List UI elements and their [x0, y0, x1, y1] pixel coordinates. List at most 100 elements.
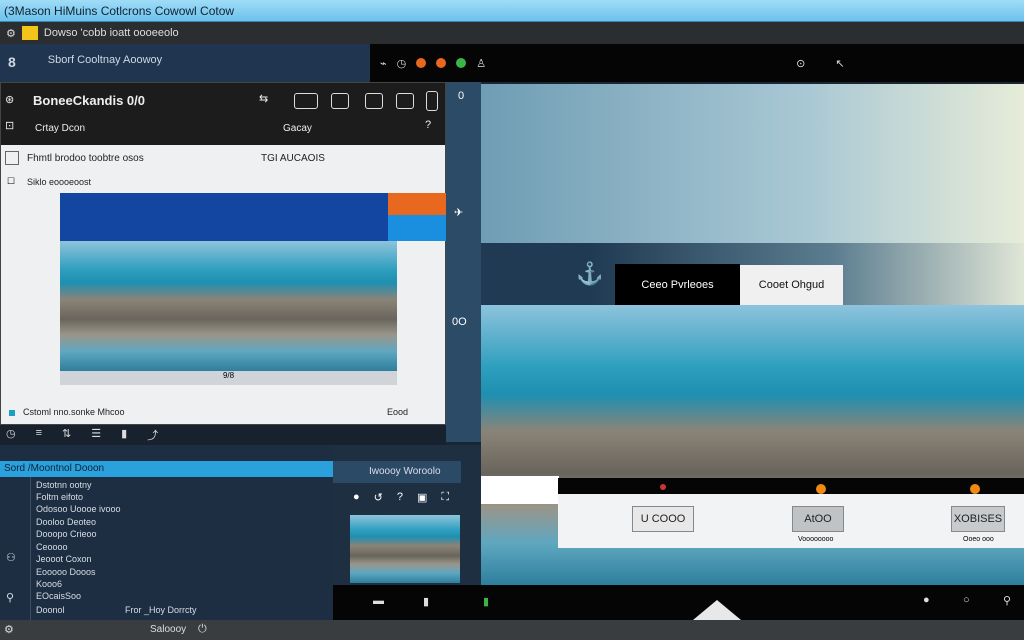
edit-icon[interactable] [331, 93, 349, 109]
dialog: U COOO AtOO Voooooooo XOBISES Ooeo ooo [558, 478, 1024, 548]
record-icon[interactable] [436, 58, 447, 68]
status-icon[interactable] [456, 58, 467, 68]
tool-icon[interactable]: ⌁ [380, 57, 387, 70]
clock-icon[interactable]: ◷ [6, 427, 16, 443]
settings-icon[interactable]: ⚙ [6, 27, 16, 40]
list-footer-right: Fror _Hoy Dorrcty [125, 605, 197, 615]
preview-photo [60, 241, 397, 371]
white-tab [481, 476, 559, 504]
side-strip: 0 ✈ 0O [446, 82, 481, 442]
list-item[interactable]: Ceoooo [36, 542, 68, 552]
list-item[interactable]: Kooo6 [36, 579, 62, 589]
taskbar-app-icon[interactable]: ▬ [373, 595, 384, 607]
list-icon[interactable]: ≡ [36, 427, 42, 443]
crop-icon[interactable]: ⛶ [441, 491, 449, 504]
sort-icon[interactable]: ⇅ [62, 427, 71, 443]
clock-icon[interactable]: ◷ [397, 57, 407, 70]
share-icon[interactable]: ⤴ [147, 427, 158, 443]
row2: Siklo eoooeoost [27, 177, 92, 187]
orange-icon [970, 484, 980, 494]
footer-left: Cstoml nno.sonke Mhcoo [23, 407, 125, 417]
status-dot [9, 410, 15, 416]
list-item[interactable]: Dooopo Crieoo [36, 529, 97, 539]
checkbox[interactable] [5, 151, 19, 165]
user-icon[interactable]: ⚲ [6, 591, 14, 604]
list-item[interactable]: Dooloo Deoteo [36, 517, 96, 527]
chat-icon[interactable]: ● [353, 491, 360, 504]
footer-right[interactable]: Eood [387, 407, 408, 417]
folder-icon[interactable] [365, 93, 383, 109]
list-item[interactable]: EOcaisSoo [36, 591, 81, 601]
trash-icon[interactable]: ▮ [121, 427, 127, 443]
blue-block [388, 215, 446, 241]
dialog-button-1[interactable]: U COOO [632, 506, 694, 532]
pin-icon[interactable]: ⊙ [796, 57, 805, 70]
record-icon[interactable] [416, 58, 427, 68]
light-button[interactable]: Cooet Ohgud [740, 265, 843, 305]
menu-bar: ⚙ Dowso 'cobb ioatt oooeeolo [0, 22, 1024, 44]
anchor-icon[interactable]: ⚓ [576, 261, 603, 287]
viewer-toolbar: ⚓ Ceeo Pvrleoes Cooet Ohgud [481, 243, 1024, 306]
tray-icon[interactable]: ● [923, 594, 930, 606]
undo-icon[interactable]: ↺ [374, 491, 383, 504]
top-toolbar: ⌁ ◷ ♙ ⊙ ↖ [370, 44, 1024, 82]
cursor-icon[interactable]: ↖ [835, 57, 844, 70]
blue-banner [60, 193, 388, 241]
menu-text[interactable]: Dowso 'cobb ioatt oooeeolo [44, 27, 179, 39]
info-icon[interactable]: ? [397, 491, 403, 504]
frame-icon[interactable]: ▣ [417, 491, 427, 504]
bottom-toolbar: ◷ ≡ ⇅ ☰ ▮ ⤴ [0, 425, 446, 445]
tray-icon[interactable]: ○ [963, 594, 970, 606]
nav-title[interactable]: Sborf Cooltnay Aoowoy [48, 54, 162, 72]
power-icon[interactable]: ⏻ [198, 623, 207, 636]
grid-icon[interactable]: ⚙ [4, 623, 14, 636]
link-icon[interactable]: ⇆ [259, 92, 268, 105]
help-icon[interactable]: ? [425, 119, 431, 131]
people-icon[interactable]: ⚇ [6, 551, 16, 564]
image-icon: ⊡ [5, 120, 15, 132]
start-button[interactable] [693, 600, 741, 620]
list-item[interactable]: Dstotnn ootny [36, 480, 92, 490]
phone-icon[interactable] [426, 91, 438, 111]
editor-header: ⊛ BoneeCkandis 0/0 ⇆ ⊡ Crtay Dcon Gacay … [1, 83, 445, 145]
taskbar-app-icon[interactable]: ▮ [423, 595, 429, 608]
tray-icon[interactable]: ⚲ [1003, 594, 1011, 607]
panel-subtitle-right[interactable]: Gacay [283, 123, 312, 134]
lock-icon[interactable]: 0 [458, 90, 464, 102]
list-item[interactable]: Eooooo Dooos [36, 567, 96, 577]
dialog-button-2[interactable]: AtOO [792, 506, 844, 532]
taskbar: ▬ ▮ ▮ ● ○ ⚲ [333, 585, 1024, 620]
orange-block [388, 193, 446, 215]
list-footer-left: Doonol [36, 605, 65, 615]
save-icon[interactable] [396, 93, 414, 109]
user-icon[interactable]: ♙ [476, 57, 486, 70]
battery-icon[interactable] [294, 93, 318, 109]
list-item[interactable]: Jeooot Coxon [36, 554, 92, 564]
nav-row: 8 Sborf Cooltnay Aoowoy [0, 44, 370, 82]
orange-icon [816, 484, 826, 494]
row1-right: TGI AUCAOIS [261, 153, 325, 164]
dark-button[interactable]: Ceeo Pvrleoes [615, 264, 740, 306]
viewer-sky [481, 84, 1024, 244]
status-text: Saloooy [150, 624, 187, 635]
thumb-tools: ● ↺? ▣ ⛶ [353, 491, 449, 504]
window-title: (3Mason HiMuins Cotlcrons Cowowl Cotow [4, 4, 235, 18]
thumbnail-photo[interactable] [350, 515, 460, 583]
dialog-caption-2: Voooooooo [798, 536, 834, 543]
glasses-icon[interactable]: 0O [452, 316, 467, 328]
taskbar-app-icon[interactable]: ▮ [483, 595, 489, 608]
menu-icon[interactable]: ☰ [91, 427, 101, 443]
list-item[interactable]: Odosoo Uoooe ivooo [36, 504, 121, 514]
thumb-title: Iwoooy Woroolo [333, 461, 461, 483]
list-header-selected[interactable]: Sord /Moontnol Dooon [0, 461, 333, 477]
panel-subtitle: Crtay Dcon [35, 123, 86, 134]
plane-icon[interactable]: ✈ [454, 206, 463, 219]
option-icon[interactable]: ☐ [7, 176, 15, 187]
status-bar: ⚙ Saloooy ⏻ [0, 620, 1024, 640]
image-caption: 9/8 [60, 371, 397, 385]
dialog-button-3[interactable]: XOBISES [951, 506, 1005, 532]
dialog-caption-3: Ooeo ooo [963, 536, 994, 543]
folder-icon[interactable] [21, 26, 38, 40]
thumbnail-panel: Iwoooy Woroolo ● ↺? ▣ ⛶ [333, 445, 481, 585]
list-item[interactable]: Foltm eifoto [36, 492, 83, 502]
